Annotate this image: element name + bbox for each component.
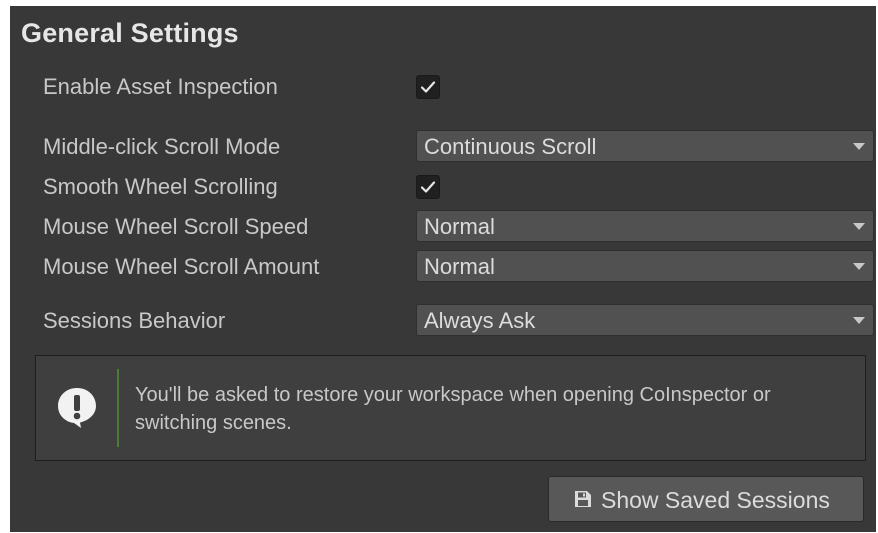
mouse-wheel-scroll-speed-dropdown[interactable]: Normal	[416, 210, 874, 242]
middle-click-scroll-mode-dropdown[interactable]: Continuous Scroll	[416, 130, 874, 162]
info-exclamation-icon	[58, 388, 96, 428]
mouse-wheel-scroll-amount-label: Mouse Wheel Scroll Amount	[43, 254, 320, 279]
section-title: General Settings	[21, 18, 239, 48]
general-settings-panel: General Settings Enable Asset Inspection…	[10, 6, 876, 532]
help-text: You'll be asked to restore your workspac…	[135, 384, 771, 434]
dropdown-value: Always Ask	[424, 308, 536, 333]
dropdown-value: Continuous Scroll	[424, 134, 597, 159]
sessions-behavior-label: Sessions Behavior	[43, 308, 226, 333]
mouse-wheel-scroll-speed-label: Mouse Wheel Scroll Speed	[43, 214, 309, 239]
help-box: You'll be asked to restore your workspac…	[35, 355, 866, 461]
chevron-down-icon	[853, 143, 865, 150]
smooth-wheel-scrolling-checkbox[interactable]	[416, 175, 440, 199]
checkmark-icon	[420, 181, 436, 193]
sessions-behavior-dropdown[interactable]: Always Ask	[416, 304, 874, 336]
enable-asset-inspection-label: Enable Asset Inspection	[43, 74, 278, 99]
dropdown-value: Normal	[424, 214, 495, 239]
chevron-down-icon	[853, 317, 865, 324]
mouse-wheel-scroll-amount-dropdown[interactable]: Normal	[416, 250, 874, 282]
chevron-down-icon	[853, 223, 865, 230]
middle-click-scroll-mode-label: Middle-click Scroll Mode	[43, 134, 281, 159]
enable-asset-inspection-checkbox[interactable]	[416, 75, 440, 99]
save-disk-icon	[575, 491, 591, 507]
show-saved-sessions-button[interactable]: Show Saved Sessions	[548, 476, 864, 522]
help-accent-divider	[117, 369, 119, 447]
show-saved-sessions-label: Show Saved Sessions	[601, 487, 830, 513]
chevron-down-icon	[853, 263, 865, 270]
smooth-wheel-scrolling-label: Smooth Wheel Scrolling	[43, 174, 278, 199]
checkmark-icon	[420, 81, 436, 93]
dropdown-value: Normal	[424, 254, 495, 279]
